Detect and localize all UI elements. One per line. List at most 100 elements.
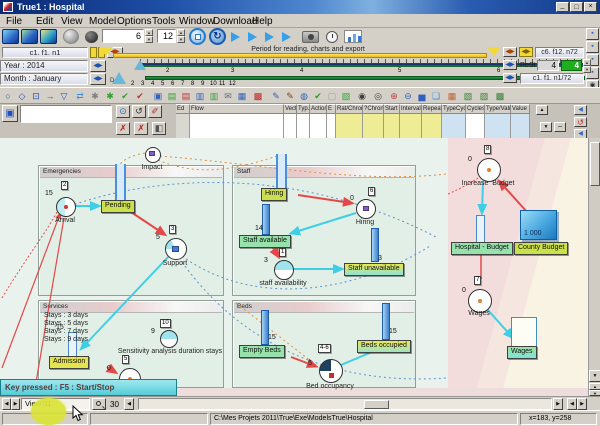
node-circle-icon[interactable]: ○ xyxy=(2,90,14,102)
bars-chart-icon[interactable]: ▅ xyxy=(416,90,428,102)
cell-ref-field[interactable]: c1. f1. n1 xyxy=(2,47,88,58)
pane-right-button[interactable]: ▶ xyxy=(577,398,587,410)
link-arrow-icon[interactable]: → xyxy=(44,90,56,102)
county-budget-cube[interactable]: 1 000 xyxy=(520,210,557,240)
pen-icon[interactable]: ✎ xyxy=(284,90,296,102)
delete-flow-button[interactable]: ✗ xyxy=(116,122,130,135)
menu-download[interactable]: Download xyxy=(213,16,257,27)
camera-icon[interactable] xyxy=(302,31,319,43)
pane-left-button[interactable]: ◀ xyxy=(567,398,577,410)
rest-spinner-up[interactable]: ▲ xyxy=(583,59,591,66)
marker-button-1[interactable] xyxy=(90,47,97,58)
year-nav-arrows[interactable]: ◀▶ xyxy=(90,60,106,72)
undo-flow-button[interactable]: ↺ xyxy=(574,117,587,127)
run-button[interactable]: ↻ xyxy=(209,28,226,45)
col-typecycle[interactable]: TypeCycle xyxy=(442,104,466,114)
period-start-marker[interactable] xyxy=(99,47,113,56)
flow-name-field[interactable] xyxy=(20,105,112,123)
menu-view[interactable]: View xyxy=(61,16,83,27)
chrono-button[interactable]: ⊙ xyxy=(116,105,130,118)
month-cursor[interactable] xyxy=(134,60,146,70)
col-qchrono[interactable]: ?Chrono xyxy=(363,104,384,114)
empty-beds-label[interactable]: Empty Beds xyxy=(239,345,285,358)
stop-button[interactable] xyxy=(189,28,206,45)
rest-nav-arrows[interactable]: ◀▶ xyxy=(503,60,517,70)
rest-speed-field[interactable]: 4 xyxy=(561,60,582,71)
hiring-node[interactable] xyxy=(356,199,376,219)
menu-window[interactable]: Window xyxy=(179,16,215,27)
col-repeat[interactable]: Repeat xyxy=(422,104,442,114)
trash-icon[interactable]: ▩ xyxy=(252,90,264,102)
cell-interval[interactable] xyxy=(400,114,422,140)
menu-edit[interactable]: Edit xyxy=(36,16,53,27)
calendar-icon[interactable]: ▦ xyxy=(236,90,248,102)
range-marker-button[interactable]: ◀▶ xyxy=(519,47,533,57)
day-slider[interactable] xyxy=(145,76,585,80)
view-prev-button[interactable]: ◀ xyxy=(2,398,11,410)
gear-icon[interactable]: ✱ xyxy=(89,90,101,102)
blank-icon[interactable]: ▢ xyxy=(326,90,338,102)
save-model-icon[interactable] xyxy=(40,29,57,44)
period-end-marker[interactable] xyxy=(487,47,501,56)
record-button[interactable] xyxy=(85,31,98,43)
zoom-left-button[interactable]: ◀ xyxy=(124,398,134,410)
cell-typevalue[interactable] xyxy=(485,114,511,140)
chart-edit2-icon[interactable]: ▨ xyxy=(478,90,490,102)
gear-run-icon[interactable]: ✱ xyxy=(104,90,116,102)
row-minus[interactable]: – xyxy=(554,122,566,132)
staff-unavailable-label[interactable]: Staff unavailable xyxy=(344,263,404,276)
cell-cycles[interactable] xyxy=(466,114,485,140)
menu-options[interactable]: Options xyxy=(117,16,151,27)
hiring-box-label[interactable]: Hiring xyxy=(261,188,288,201)
save-row-button[interactable]: ◧ xyxy=(152,122,166,135)
col-typ[interactable]: Typ. xyxy=(297,104,310,114)
cell-qchrono[interactable] xyxy=(363,114,384,140)
cell-value[interactable] xyxy=(511,114,530,140)
sensitivity-node[interactable] xyxy=(160,330,178,348)
exchange-icon[interactable]: ⇄ xyxy=(74,90,86,102)
cell-flow[interactable] xyxy=(190,114,284,140)
mail-icon[interactable]: ✉ xyxy=(222,90,234,102)
menu-file[interactable]: File xyxy=(6,16,22,27)
cell-e[interactable] xyxy=(327,114,336,140)
col-typevalue[interactable]: Type/Value xyxy=(485,104,511,114)
pending-label[interactable]: Pending xyxy=(101,200,135,213)
folder-red-icon[interactable]: ▤ xyxy=(180,90,192,102)
month-nav-arrows[interactable]: ◀▶ xyxy=(90,73,106,85)
grid-spinner-up[interactable]: ▲ xyxy=(177,29,185,36)
cell-action[interactable] xyxy=(310,114,327,140)
view-next-button[interactable]: ▶ xyxy=(11,398,20,410)
col-e[interactable]: E xyxy=(327,104,336,114)
doc-blue-icon[interactable]: ▥ xyxy=(194,90,206,102)
cell-typ[interactable] xyxy=(297,114,310,140)
row-scroll-up[interactable]: ▲ xyxy=(536,105,548,115)
apply-icon[interactable]: ✔ xyxy=(312,90,324,102)
h-scroll-thumb[interactable] xyxy=(364,400,389,409)
col-start[interactable]: Start xyxy=(384,104,400,114)
grid-value-field[interactable]: 12 xyxy=(157,29,176,43)
support-node[interactable] xyxy=(165,238,187,260)
impact-node[interactable] xyxy=(145,147,161,163)
close-button[interactable]: × xyxy=(584,2,597,12)
grid-spinner-down[interactable]: ▼ xyxy=(177,36,185,43)
chart-edit3-icon[interactable]: ▩ xyxy=(494,90,506,102)
zoom-spinner-down[interactable]: ▼ xyxy=(145,36,153,43)
arrival-node[interactable] xyxy=(56,197,76,217)
beds-occupied-label[interactable]: Beds occupied xyxy=(357,340,411,353)
step-forward2-icon[interactable] xyxy=(282,32,291,42)
staff-available-label[interactable]: Staff available xyxy=(239,235,291,248)
step-back2-icon[interactable] xyxy=(231,32,240,42)
col-interval[interactable]: Interval xyxy=(400,104,422,114)
bubble-icon[interactable]: ❏ xyxy=(430,90,442,102)
row-scroll-down[interactable]: ▼ xyxy=(540,122,552,132)
palette-icon[interactable]: ▦ xyxy=(446,90,458,102)
minimize-button[interactable]: _ xyxy=(556,2,569,12)
erase-button[interactable]: ✐ xyxy=(148,105,162,118)
day-cursor[interactable] xyxy=(112,72,126,84)
admission-label[interactable]: Admission xyxy=(49,356,90,369)
year-field[interactable]: Year : 2014 xyxy=(0,60,88,72)
folder-green-icon[interactable]: ▤ xyxy=(166,90,178,102)
maximize-button[interactable]: □ xyxy=(570,2,583,12)
droplet-icon[interactable]: ▽ xyxy=(58,90,70,102)
pencil-blue-icon[interactable]: ✎ xyxy=(270,90,282,102)
